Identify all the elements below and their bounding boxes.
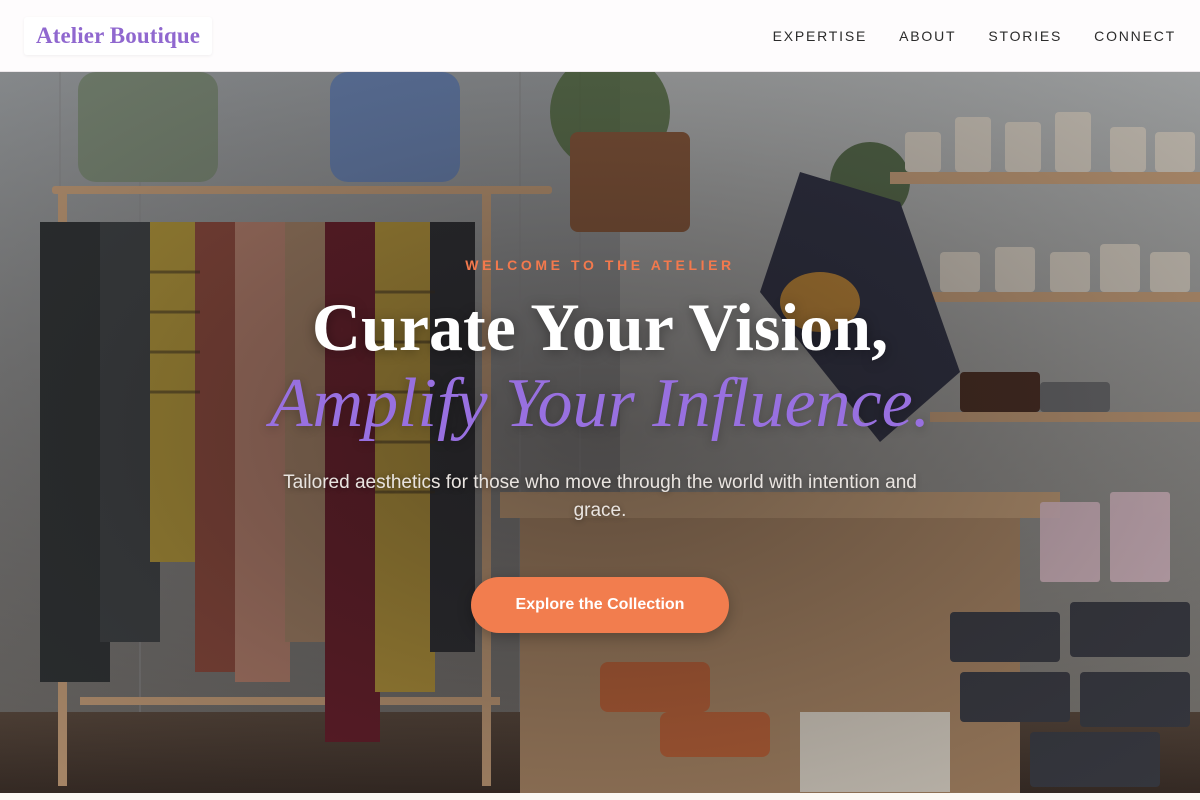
- hero-content: WELCOME TO THE ATELIER Curate Your Visio…: [0, 72, 1200, 793]
- nav-link-about[interactable]: ABOUT: [899, 28, 956, 44]
- hero-subtext: Tailored aesthetics for those who move t…: [283, 471, 917, 521]
- nav-link-expertise[interactable]: EXPERTISE: [773, 28, 868, 44]
- brand-logo[interactable]: Atelier Boutique: [24, 16, 213, 55]
- nav-link-connect[interactable]: CONNECT: [1094, 28, 1176, 44]
- hero-headline-line2: Amplify Your Influence.: [269, 365, 931, 442]
- nav-link-stories[interactable]: STORIES: [988, 28, 1062, 44]
- hero-eyebrow: WELCOME TO THE ATELIER: [465, 257, 735, 273]
- site-header: Atelier Boutique EXPERTISE ABOUT STORIES…: [0, 0, 1200, 72]
- explore-collection-button[interactable]: Explore the Collection: [471, 576, 729, 633]
- hero-section: WELCOME TO THE ATELIER Curate Your Visio…: [0, 72, 1200, 793]
- main-nav: EXPERTISE ABOUT STORIES CONNECT: [773, 28, 1176, 44]
- hero-headline-line1: Curate Your Vision,: [311, 289, 889, 365]
- page-bottom-edge: [0, 793, 1200, 800]
